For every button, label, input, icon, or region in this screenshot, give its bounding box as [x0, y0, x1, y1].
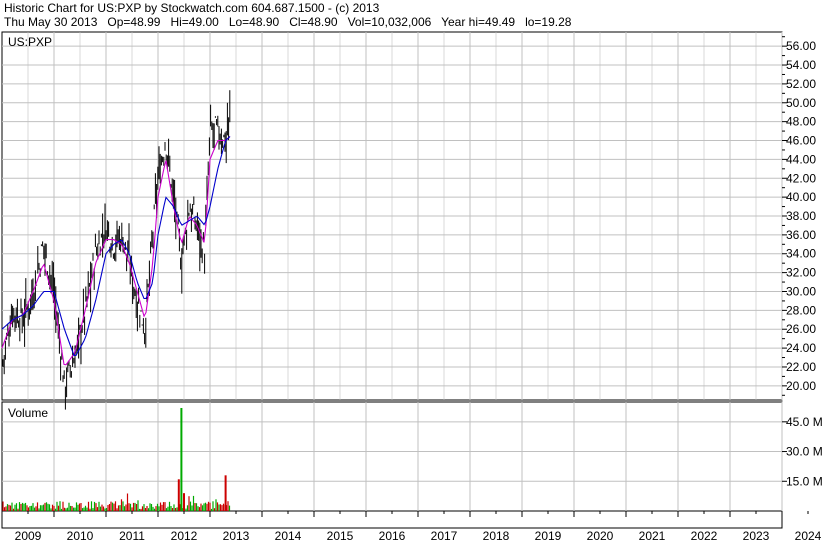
chart-canvas: 2009 2010 2011 2012 2013 2014 2015 2016 2017 2018… — [1, 31, 823, 543]
price-y-tick-label: 24.00 — [786, 341, 816, 355]
price-y-tick-label: 26.00 — [786, 322, 816, 336]
x-tick-label: 2011 — [119, 529, 145, 543]
volume-y-tick-label: 45.0 M — [786, 415, 823, 429]
price-y-tick-label: 50.00 — [786, 96, 816, 110]
price-y-tick-label: 54.00 — [786, 58, 816, 72]
price-y-tick-label: 40.00 — [786, 190, 816, 204]
x-tick-label: 2023 — [743, 529, 770, 543]
x-tick-label: 2021 — [639, 529, 666, 543]
price-y-tick-label: 34.00 — [786, 247, 816, 261]
price-y-tick-label: 44.00 — [786, 152, 816, 166]
x-tick-label: 2014 — [275, 529, 302, 543]
price-y-tick-label: 46.00 — [786, 134, 816, 148]
x-tick-label: 2020 — [587, 529, 614, 543]
price-y-tick-label: 30.00 — [786, 284, 816, 298]
x-tick-label: 2022 — [691, 529, 718, 543]
volume-panel-label: Volume — [8, 406, 48, 420]
x-tick-label: 2016 — [379, 529, 406, 543]
price-y-tick-label: 52.00 — [786, 77, 816, 91]
price-panel-label: US:PXP — [8, 35, 52, 49]
price-y-tick-label: 20.00 — [786, 379, 816, 393]
x-tick-label: 2012 — [171, 529, 198, 543]
x-tick-label: 2009 — [15, 529, 42, 543]
price-y-tick-label: 48.00 — [786, 115, 816, 129]
price-y-tick-label: 32.00 — [786, 266, 816, 280]
x-tick-label: 2018 — [483, 529, 510, 543]
x-tick-label: 2024 — [795, 529, 822, 543]
x-tick-label: 2013 — [223, 529, 250, 543]
price-y-tick-label: 56.00 — [786, 39, 816, 53]
volume-y-tick-label: 30.0 M — [786, 445, 823, 459]
price-y-tick-label: 42.00 — [786, 171, 816, 185]
price-y-tick-label: 22.00 — [786, 360, 816, 374]
price-y-tick-label: 28.00 — [786, 303, 816, 317]
volume-panel — [1, 401, 783, 512]
x-tick-label: 2017 — [431, 529, 458, 543]
price-y-tick-label: 36.00 — [786, 228, 816, 242]
x-tick-label: 2010 — [67, 529, 94, 543]
x-tick-label: 2015 — [327, 529, 354, 543]
x-tick-label: 2019 — [535, 529, 562, 543]
price-y-tick-label: 38.00 — [786, 209, 816, 223]
volume-y-tick-label: 15.0 M — [786, 474, 823, 488]
